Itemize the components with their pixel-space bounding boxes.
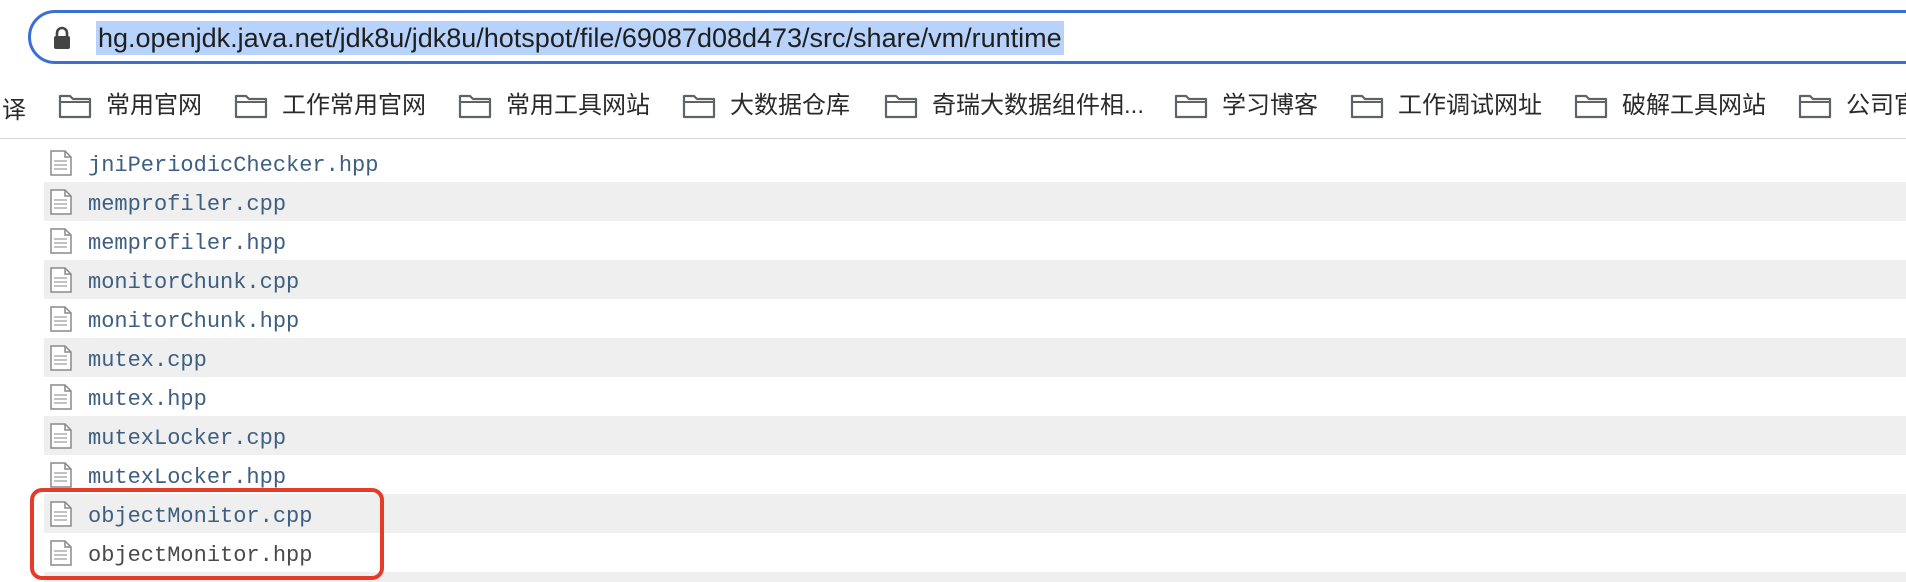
file-link[interactable]: mutex.cpp — [88, 348, 207, 374]
folder-icon — [682, 94, 716, 119]
list-item: jniPeriodicChecker.hpp — [44, 143, 1906, 182]
file-icon — [50, 189, 72, 215]
bookmark-label: 工作调试网址 — [1398, 92, 1542, 119]
bookmark-label: 常用官网 — [106, 92, 202, 119]
file-icon — [50, 540, 72, 566]
list-item: mutexLocker.cpp — [44, 416, 1906, 455]
folder-icon — [1798, 94, 1832, 119]
file-icon — [50, 384, 72, 410]
file-link[interactable]: jniPeriodicChecker.hpp — [88, 153, 378, 179]
list-item: monitorChunk.hpp — [44, 299, 1906, 338]
url-text[interactable]: hg.openjdk.java.net/jdk8u/jdk8u/hotspot/… — [96, 21, 1064, 55]
folder-icon — [1350, 94, 1384, 119]
folder-icon — [1574, 94, 1608, 119]
file-link[interactable]: monitorChunk.cpp — [88, 270, 299, 296]
list-item: objectMonitor.hpp — [44, 533, 1906, 572]
list-item: mutexLocker.hpp — [44, 455, 1906, 494]
list-item: objectMonitor.cpp — [44, 494, 1906, 533]
bookmark-label: 学习博客 — [1222, 92, 1318, 119]
file-icon — [50, 228, 72, 254]
folder-icon — [884, 94, 918, 119]
lock-icon[interactable] — [52, 26, 72, 50]
browser-toolbar: hg.openjdk.java.net/jdk8u/jdk8u/hotspot/… — [0, 0, 1906, 76]
list-item: memprofiler.cpp — [44, 182, 1906, 221]
file-icon — [50, 462, 72, 488]
file-icon — [50, 501, 72, 527]
bookmark-label: 公司官 — [1846, 92, 1906, 119]
list-item: memprofiler.hpp — [44, 221, 1906, 260]
file-link[interactable]: mutex.hpp — [88, 387, 207, 413]
list-item: mutex.hpp — [44, 377, 1906, 416]
folder-icon — [458, 94, 492, 119]
list-item-partial — [44, 572, 1906, 582]
bookmark-label: 大数据仓库 — [730, 92, 850, 119]
file-icon — [50, 150, 72, 176]
file-link[interactable]: mutexLocker.cpp — [88, 426, 286, 452]
file-listing: jniPeriodicChecker.hpp memprofiler.cpp m… — [0, 139, 1906, 582]
file-link[interactable]: memprofiler.hpp — [88, 231, 286, 257]
bookmark-label: 工作常用官网 — [282, 92, 426, 119]
file-icon — [50, 345, 72, 371]
list-item: mutex.cpp — [44, 338, 1906, 377]
file-link[interactable]: objectMonitor.hpp — [88, 543, 312, 569]
bookmark-label: 常用工具网站 — [506, 92, 650, 119]
bookmark-label: 破解工具网站 — [1622, 92, 1766, 119]
bookmark-label: 奇瑞大数据组件相... — [932, 92, 1145, 119]
folder-icon — [58, 94, 92, 119]
file-link[interactable]: mutexLocker.hpp — [88, 465, 286, 491]
file-icon — [50, 423, 72, 449]
folder-icon — [1174, 94, 1208, 119]
list-item: monitorChunk.cpp — [44, 260, 1906, 299]
file-icon — [50, 267, 72, 293]
bookmark-partial[interactable]: 译 — [2, 90, 26, 125]
bookmarks-bar: 译 常用官网 工作常用官网 常用工具网站 大数据仓库 奇瑞大数据组件相... 学… — [0, 76, 1906, 139]
file-link[interactable]: objectMonitor.cpp — [88, 504, 312, 530]
file-icon — [50, 306, 72, 332]
file-link[interactable]: monitorChunk.hpp — [88, 309, 299, 335]
folder-icon — [234, 94, 268, 119]
file-link[interactable]: memprofiler.cpp — [88, 192, 286, 218]
